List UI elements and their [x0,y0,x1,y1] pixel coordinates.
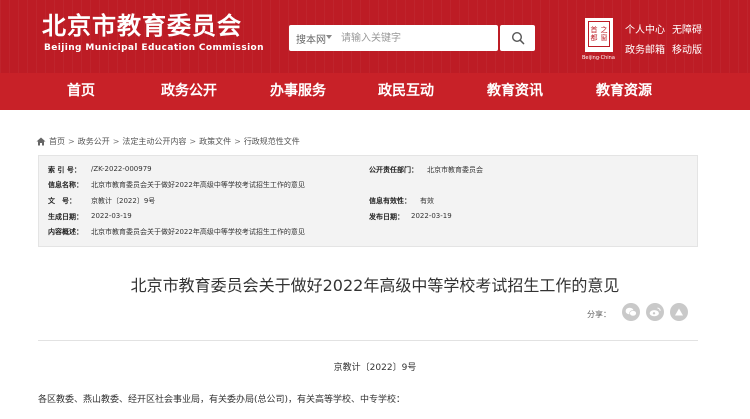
personal-center-link[interactable]: 个人中心 [625,21,665,36]
nav-item-interaction[interactable]: 政民互动 [378,73,434,110]
site-subtitle: Beijing Municipal Education Commission [44,43,264,53]
breadcrumb-home[interactable]: 首页 [49,136,65,147]
info-name-value: 北京市教育委员会关于做好2022年高级中等学校考试招生工作的意见 [91,181,305,189]
info-name-label: 信息名称： [48,181,83,189]
weibo-share-button[interactable] [646,303,664,321]
breadcrumb-statutory-disclosure[interactable]: 法定主动公开内容 [122,136,186,147]
seal-char: 窗 [600,34,608,42]
share-label: 分享： [587,310,611,319]
article-body-first-line: 各区教委、燕山教委、经开区社会事业局，有关委办局(总公司)，有关高等学校、中专学… [38,395,406,405]
search-box: 搜本网 [289,25,498,51]
search-input[interactable] [341,30,491,46]
seal-char: 之 [600,26,608,34]
seal-char: 都 [590,34,598,42]
meta-row: 文 号： 京教计〔2022〕9号 信息有效性： 有效 [39,196,697,211]
article-title: 北京市教育委员会关于做好2022年高级中等学校考试招生工作的意见 [130,276,620,295]
wechat-share-button[interactable] [622,303,640,321]
breadcrumb-separator: > [234,136,241,146]
content-divider [38,340,698,341]
responsible-dept-label: 公开责任部门： [369,166,418,174]
responsible-dept-value: 北京市教育委员会 [427,166,483,174]
capital-window-seal-logo[interactable]: 首 之 都 窗 [585,18,613,52]
published-date-value: 2022-03-19 [411,212,452,220]
seal-char: 首 [590,26,598,34]
wechat-icon [625,307,637,317]
search-button[interactable] [500,25,535,51]
validity-label: 信息有效性： [369,197,411,205]
mobile-version-link[interactable]: 移动版 [672,41,702,56]
breadcrumb-normative-documents[interactable]: 行政规范性文件 [244,136,300,147]
search-scope-select[interactable]: 搜本网 [296,31,326,46]
created-date-value: 2022-03-19 [91,212,132,220]
nav-item-gov-affairs[interactable]: 政务公开 [161,73,217,110]
search-icon [511,31,524,45]
doc-number-label: 文 号： [48,197,76,205]
gov-mail-link[interactable]: 政务邮箱 [625,41,665,56]
breadcrumb: 首页 > 政务公开 > 法定主动公开内容 > 政策文件 > 行政规范性文件 [36,135,300,147]
main-nav: 首页 政务公开 办事服务 政民互动 教育资讯 教育资源 [0,73,750,110]
created-date-label: 生成日期： [48,213,83,221]
breadcrumb-gov-affairs[interactable]: 政务公开 [78,136,110,147]
more-share-button[interactable] [670,303,688,321]
chevron-down-icon[interactable] [326,35,332,39]
document-meta-table: 索 引 号： /ZK-2022-000979 公开责任部门： 北京市教育委员会 … [38,155,698,247]
breadcrumb-separator: > [112,136,120,146]
doc-number-value: 京教计〔2022〕9号 [91,197,156,205]
breadcrumb-separator: > [68,136,75,146]
summary-value: 北京市教育委员会关于做好2022年高级中等学校考试招生工作的意见 [91,228,305,236]
meta-row: 内容概述： 北京市教育委员会关于做好2022年高级中等学校考试招生工作的意见 [39,227,697,242]
nav-item-news[interactable]: 教育资讯 [487,73,543,110]
share-more-icon [675,308,683,316]
breadcrumb-separator: > [189,136,197,146]
seal-caption: Beijing·China [582,55,615,61]
index-number-value: /ZK-2022-000979 [91,165,152,173]
summary-label: 内容概述： [48,228,83,236]
site-title[interactable]: 北京市教育委员会 [42,12,242,40]
index-number-label: 索 引 号： [48,166,81,174]
published-date-label: 发布日期： [369,213,404,221]
meta-row: 生成日期： 2022-03-19 发布日期： 2022-03-19 [39,212,697,227]
home-icon [36,137,46,145]
nav-item-services[interactable]: 办事服务 [270,73,326,110]
breadcrumb-policy-documents[interactable]: 政策文件 [199,136,231,147]
nav-item-resources[interactable]: 教育资源 [596,73,652,110]
weibo-icon [649,307,661,317]
site-header: 北京市教育委员会 Beijing Municipal Education Com… [0,0,750,73]
nav-item-home[interactable]: 首页 [67,73,95,110]
accessibility-link[interactable]: 无障碍 [672,21,702,36]
document-number: 京教计〔2022〕9号 [333,363,417,373]
meta-row: 索 引 号： /ZK-2022-000979 公开责任部门： 北京市教育委员会 [39,165,697,180]
meta-row: 信息名称： 北京市教育委员会关于做好2022年高级中等学校考试招生工作的意见 [39,180,697,195]
validity-value: 有效 [420,197,434,205]
